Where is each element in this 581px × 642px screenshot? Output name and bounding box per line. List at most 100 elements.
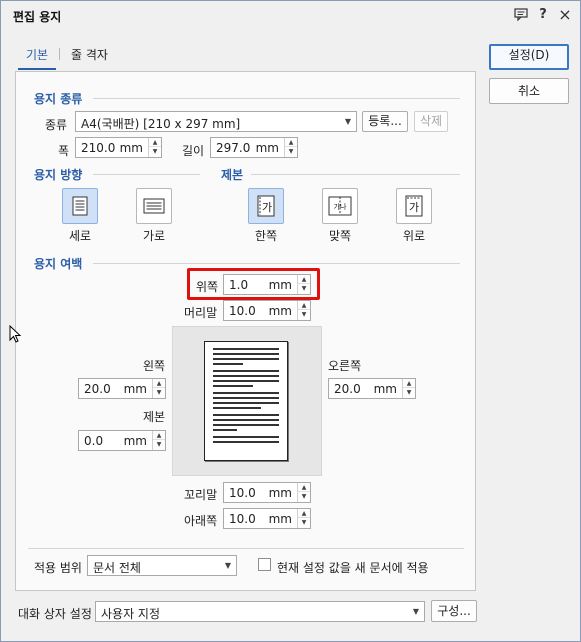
preview-text-line: [213, 407, 261, 409]
spin-up-icon[interactable]: ▲: [298, 509, 310, 518]
preview-text-line: [213, 419, 279, 421]
spin-up-icon[interactable]: ▲: [298, 301, 310, 310]
left-margin-value: 20.0: [84, 382, 111, 396]
spin-up-icon[interactable]: ▲: [298, 483, 310, 492]
spin-up-icon[interactable]: ▲: [285, 138, 297, 147]
left-margin-stepper[interactable]: ▲ ▼: [152, 379, 165, 398]
left-margin-field[interactable]: 20.0 mm ▲ ▼: [78, 378, 166, 399]
spin-down-icon[interactable]: ▼: [285, 147, 297, 156]
active-tab-indicator: [18, 68, 56, 70]
height-field[interactable]: 297.0 mm ▲ ▼: [210, 137, 298, 158]
apply-to-new-docs-label: 현재 설정 값을 새 문서에 적용: [277, 561, 429, 575]
margins-section-title: 용지 여백: [34, 257, 83, 271]
header-margin-stepper[interactable]: ▲ ▼: [297, 301, 310, 320]
spin-down-icon[interactable]: ▼: [298, 518, 310, 527]
dialog-setting-select[interactable]: 사용자 지정 ▼: [95, 601, 425, 622]
mouse-cursor-icon: [9, 325, 22, 343]
footer-margin-stepper[interactable]: ▲ ▼: [297, 483, 310, 502]
width-label: 폭: [58, 144, 70, 158]
chat-help-icon[interactable]: [513, 7, 529, 23]
binding-facing-glyph: 가나: [334, 202, 347, 211]
height-value: 297.0: [216, 141, 251, 155]
spin-up-icon[interactable]: ▲: [153, 379, 165, 388]
height-label: 길이: [182, 144, 205, 158]
tab-separator: [59, 48, 60, 60]
paper-type-value: A4(국배판) [210 x 297 mm]: [81, 117, 241, 131]
right-margin-stepper[interactable]: ▲ ▼: [402, 379, 415, 398]
spin-down-icon[interactable]: ▼: [153, 440, 165, 449]
gutter-margin-unit: mm: [123, 434, 147, 448]
tab-line-grid[interactable]: 줄 격자: [71, 46, 108, 63]
top-margin-stepper[interactable]: ▲ ▼: [297, 275, 310, 294]
section-divider: [93, 263, 460, 264]
spin-down-icon[interactable]: ▼: [298, 492, 310, 501]
gutter-margin-value: 0.0: [84, 434, 104, 448]
footer-margin-unit: mm: [268, 486, 292, 500]
section-divider: [28, 548, 464, 549]
bottom-margin-label: 아래쪽: [184, 514, 218, 528]
help-icon[interactable]: ?: [535, 7, 551, 23]
dialog-title: 편집 용지: [13, 10, 62, 24]
spin-down-icon[interactable]: ▼: [153, 388, 165, 397]
ok-button[interactable]: 설정(D): [489, 44, 569, 70]
single-side-binding-icon: 가: [257, 195, 275, 217]
section-divider: [93, 98, 460, 99]
footer-margin-field[interactable]: 10.0 mm ▲ ▼: [223, 482, 311, 503]
right-margin-field[interactable]: 20.0 mm ▲ ▼: [328, 378, 416, 399]
width-unit: mm: [119, 141, 143, 155]
apply-to-new-docs-checkbox[interactable]: [258, 558, 271, 571]
paper-type-select[interactable]: A4(국배판) [210 x 297 mm] ▼: [75, 111, 357, 132]
spin-up-icon[interactable]: ▲: [298, 275, 310, 284]
tab-basic[interactable]: 기본: [26, 46, 48, 63]
apply-scope-select[interactable]: 문서 전체 ▼: [87, 555, 237, 576]
section-divider: [93, 174, 200, 175]
width-stepper[interactable]: ▲ ▼: [148, 138, 161, 157]
height-stepper[interactable]: ▲ ▼: [284, 138, 297, 157]
binding-facing-label: 맞쪽: [328, 229, 352, 243]
width-field[interactable]: 210.0 mm ▲ ▼: [75, 137, 162, 158]
config-button[interactable]: 구성...: [431, 600, 477, 622]
height-unit: mm: [255, 141, 279, 155]
binding-facing-button[interactable]: 가나: [322, 188, 358, 224]
binding-top-button[interactable]: 가: [396, 188, 432, 224]
preview-text-line: [213, 436, 279, 438]
top-margin-field[interactable]: 1.0 mm ▲ ▼: [223, 274, 311, 295]
header-margin-label: 머리말: [184, 306, 218, 320]
header-margin-field[interactable]: 10.0 mm ▲ ▼: [223, 300, 311, 321]
left-margin-label: 왼쪽: [143, 359, 166, 373]
preview-text-line: [213, 397, 279, 399]
facing-binding-icon: 가나: [328, 196, 352, 216]
preview-text-line: [213, 414, 279, 416]
spin-up-icon[interactable]: ▲: [403, 379, 415, 388]
bottom-margin-field[interactable]: 10.0 mm ▲ ▼: [223, 508, 311, 529]
landscape-button[interactable]: [136, 188, 172, 224]
spin-down-icon[interactable]: ▼: [149, 147, 161, 156]
spin-down-icon[interactable]: ▼: [298, 284, 310, 293]
preview-text-line: [213, 375, 279, 377]
orientation-section-title: 용지 방향: [34, 168, 83, 182]
gutter-margin-stepper[interactable]: ▲ ▼: [152, 431, 165, 450]
spin-up-icon[interactable]: ▲: [153, 431, 165, 440]
close-icon[interactable]: ×: [557, 7, 573, 23]
spin-up-icon[interactable]: ▲: [149, 138, 161, 147]
gutter-margin-field[interactable]: 0.0 mm ▲ ▼: [78, 430, 166, 451]
binding-section-title: 제본: [221, 168, 244, 182]
binding-top-label: 위로: [402, 229, 426, 243]
spin-down-icon[interactable]: ▼: [403, 388, 415, 397]
landscape-page-icon: [143, 198, 165, 214]
dialog-setting-label: 대화 상자 설정: [18, 607, 92, 621]
portrait-button[interactable]: [62, 188, 98, 224]
footer-margin-value: 10.0: [229, 486, 256, 500]
preview-text-line: [213, 348, 279, 350]
cancel-button[interactable]: 취소: [489, 78, 569, 104]
register-button[interactable]: 등록...: [362, 111, 408, 132]
header-margin-unit: mm: [268, 304, 292, 318]
bottom-margin-stepper[interactable]: ▲ ▼: [297, 509, 310, 528]
binding-single-button[interactable]: 가: [248, 188, 284, 224]
spin-down-icon[interactable]: ▼: [298, 310, 310, 319]
gutter-margin-label: 제본: [143, 410, 166, 424]
bottom-margin-unit: mm: [268, 512, 292, 526]
apply-scope-label: 적용 범위: [34, 561, 82, 575]
binding-top-glyph: 가: [409, 201, 419, 214]
left-margin-unit: mm: [123, 382, 147, 396]
